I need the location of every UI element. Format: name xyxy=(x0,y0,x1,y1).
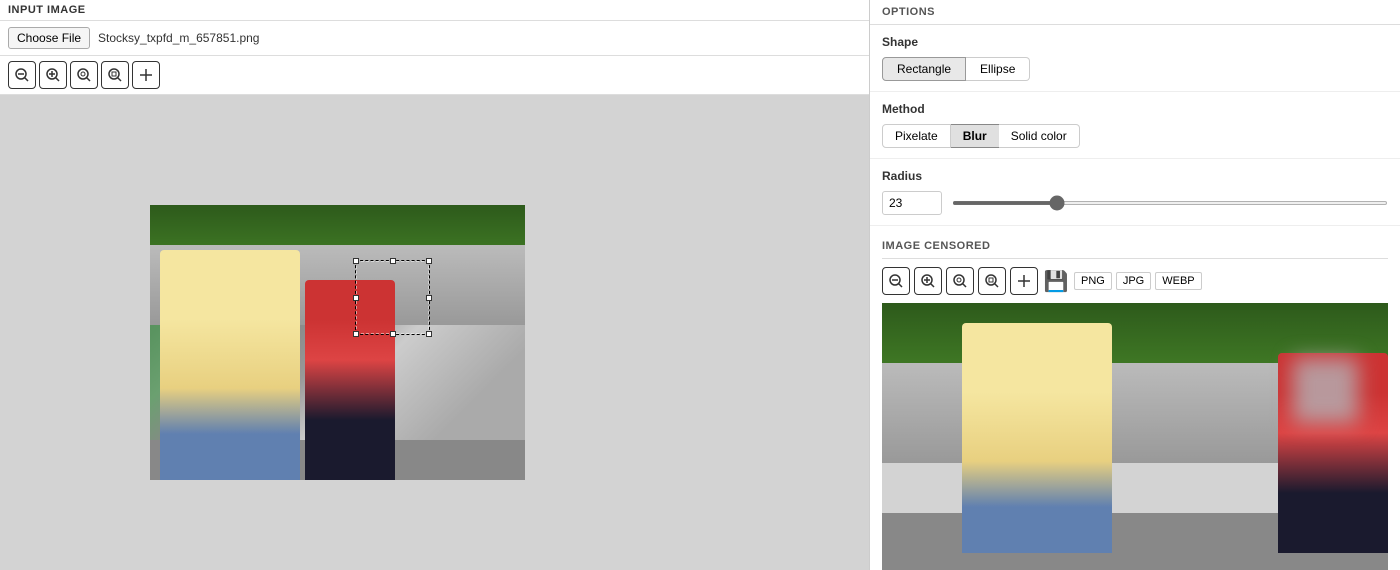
method-pixelate-button[interactable]: Pixelate xyxy=(882,124,951,148)
radius-slider[interactable] xyxy=(952,201,1388,205)
left-panel: INPUT IMAGE Choose File Stocksy_txpfd_m_… xyxy=(0,0,870,570)
app-layout: INPUT IMAGE Choose File Stocksy_txpfd_m_… xyxy=(0,0,1400,570)
method-section: Method Pixelate Blur Solid color xyxy=(870,92,1400,159)
handle-top-mid[interactable] xyxy=(390,258,396,264)
choose-file-button[interactable]: Choose File xyxy=(8,27,90,49)
censored-add-icon xyxy=(1016,273,1032,289)
add-icon xyxy=(138,67,154,83)
input-canvas[interactable] xyxy=(0,95,869,570)
radius-label: Radius xyxy=(882,169,1388,183)
input-image-header: INPUT IMAGE xyxy=(0,0,869,21)
censored-toolbar: 💾 PNG JPG WEBP xyxy=(882,267,1388,295)
censored-header: IMAGE CENSORED xyxy=(882,234,1388,259)
image-censored-section: IMAGE CENSORED xyxy=(870,226,1400,570)
zoom-in-icon xyxy=(45,67,61,83)
zoom-reset-button[interactable] xyxy=(101,61,129,89)
format-webp-button[interactable]: WEBP xyxy=(1155,272,1201,290)
file-row: Choose File Stocksy_txpfd_m_657851.png xyxy=(0,21,869,56)
format-png-button[interactable]: PNG xyxy=(1074,272,1112,290)
file-name-label: Stocksy_txpfd_m_657851.png xyxy=(98,31,259,45)
censored-zoom-out-icon xyxy=(888,273,904,289)
zoom-fit-button[interactable] xyxy=(70,61,98,89)
censored-zoom-fit-button[interactable] xyxy=(946,267,974,295)
censored-left-person xyxy=(962,323,1112,553)
radius-input[interactable] xyxy=(882,191,942,215)
censored-canvas xyxy=(882,303,1388,570)
shape-label: Shape xyxy=(882,35,1388,49)
photo-left-person xyxy=(160,250,300,480)
handle-bottom-mid[interactable] xyxy=(390,331,396,337)
censored-zoom-reset-icon xyxy=(984,273,1000,289)
method-button-group: Pixelate Blur Solid color xyxy=(882,124,1388,148)
method-solidcolor-button[interactable]: Solid color xyxy=(999,124,1080,148)
selection-box[interactable] xyxy=(355,260,430,335)
censored-blur-face xyxy=(1293,358,1358,423)
method-label: Method xyxy=(882,102,1388,116)
censored-add-button[interactable] xyxy=(1010,267,1038,295)
shape-button-group: Rectangle Ellipse xyxy=(882,57,1388,81)
radius-section: Radius xyxy=(870,159,1400,226)
format-jpg-button[interactable]: JPG xyxy=(1116,272,1151,290)
zoom-fit-icon xyxy=(76,67,92,83)
shape-rectangle-button[interactable]: Rectangle xyxy=(882,57,966,81)
zoom-toolbar xyxy=(0,56,869,95)
censored-zoom-fit-icon xyxy=(952,273,968,289)
right-panel: OPTIONS Shape Rectangle Ellipse Method P… xyxy=(870,0,1400,570)
handle-top-right[interactable] xyxy=(426,258,432,264)
censored-zoom-in-button[interactable] xyxy=(914,267,942,295)
handle-left-mid[interactable] xyxy=(353,295,359,301)
radius-row xyxy=(882,191,1388,215)
zoom-out-button[interactable] xyxy=(8,61,36,89)
save-button[interactable]: 💾 xyxy=(1042,267,1070,295)
image-container xyxy=(150,205,525,480)
add-region-button[interactable] xyxy=(132,61,160,89)
shape-section: Shape Rectangle Ellipse xyxy=(870,25,1400,92)
handle-right-mid[interactable] xyxy=(426,295,432,301)
handle-bottom-right[interactable] xyxy=(426,331,432,337)
censored-zoom-in-icon xyxy=(920,273,936,289)
method-blur-button[interactable]: Blur xyxy=(951,124,999,148)
censored-zoom-reset-button[interactable] xyxy=(978,267,1006,295)
zoom-reset-icon xyxy=(107,67,123,83)
handle-bottom-left[interactable] xyxy=(353,331,359,337)
censored-zoom-out-button[interactable] xyxy=(882,267,910,295)
zoom-out-icon xyxy=(14,67,30,83)
input-image xyxy=(150,205,525,480)
zoom-in-button[interactable] xyxy=(39,61,67,89)
shape-ellipse-button[interactable]: Ellipse xyxy=(966,57,1030,81)
options-header: OPTIONS xyxy=(870,0,1400,25)
handle-top-left[interactable] xyxy=(353,258,359,264)
